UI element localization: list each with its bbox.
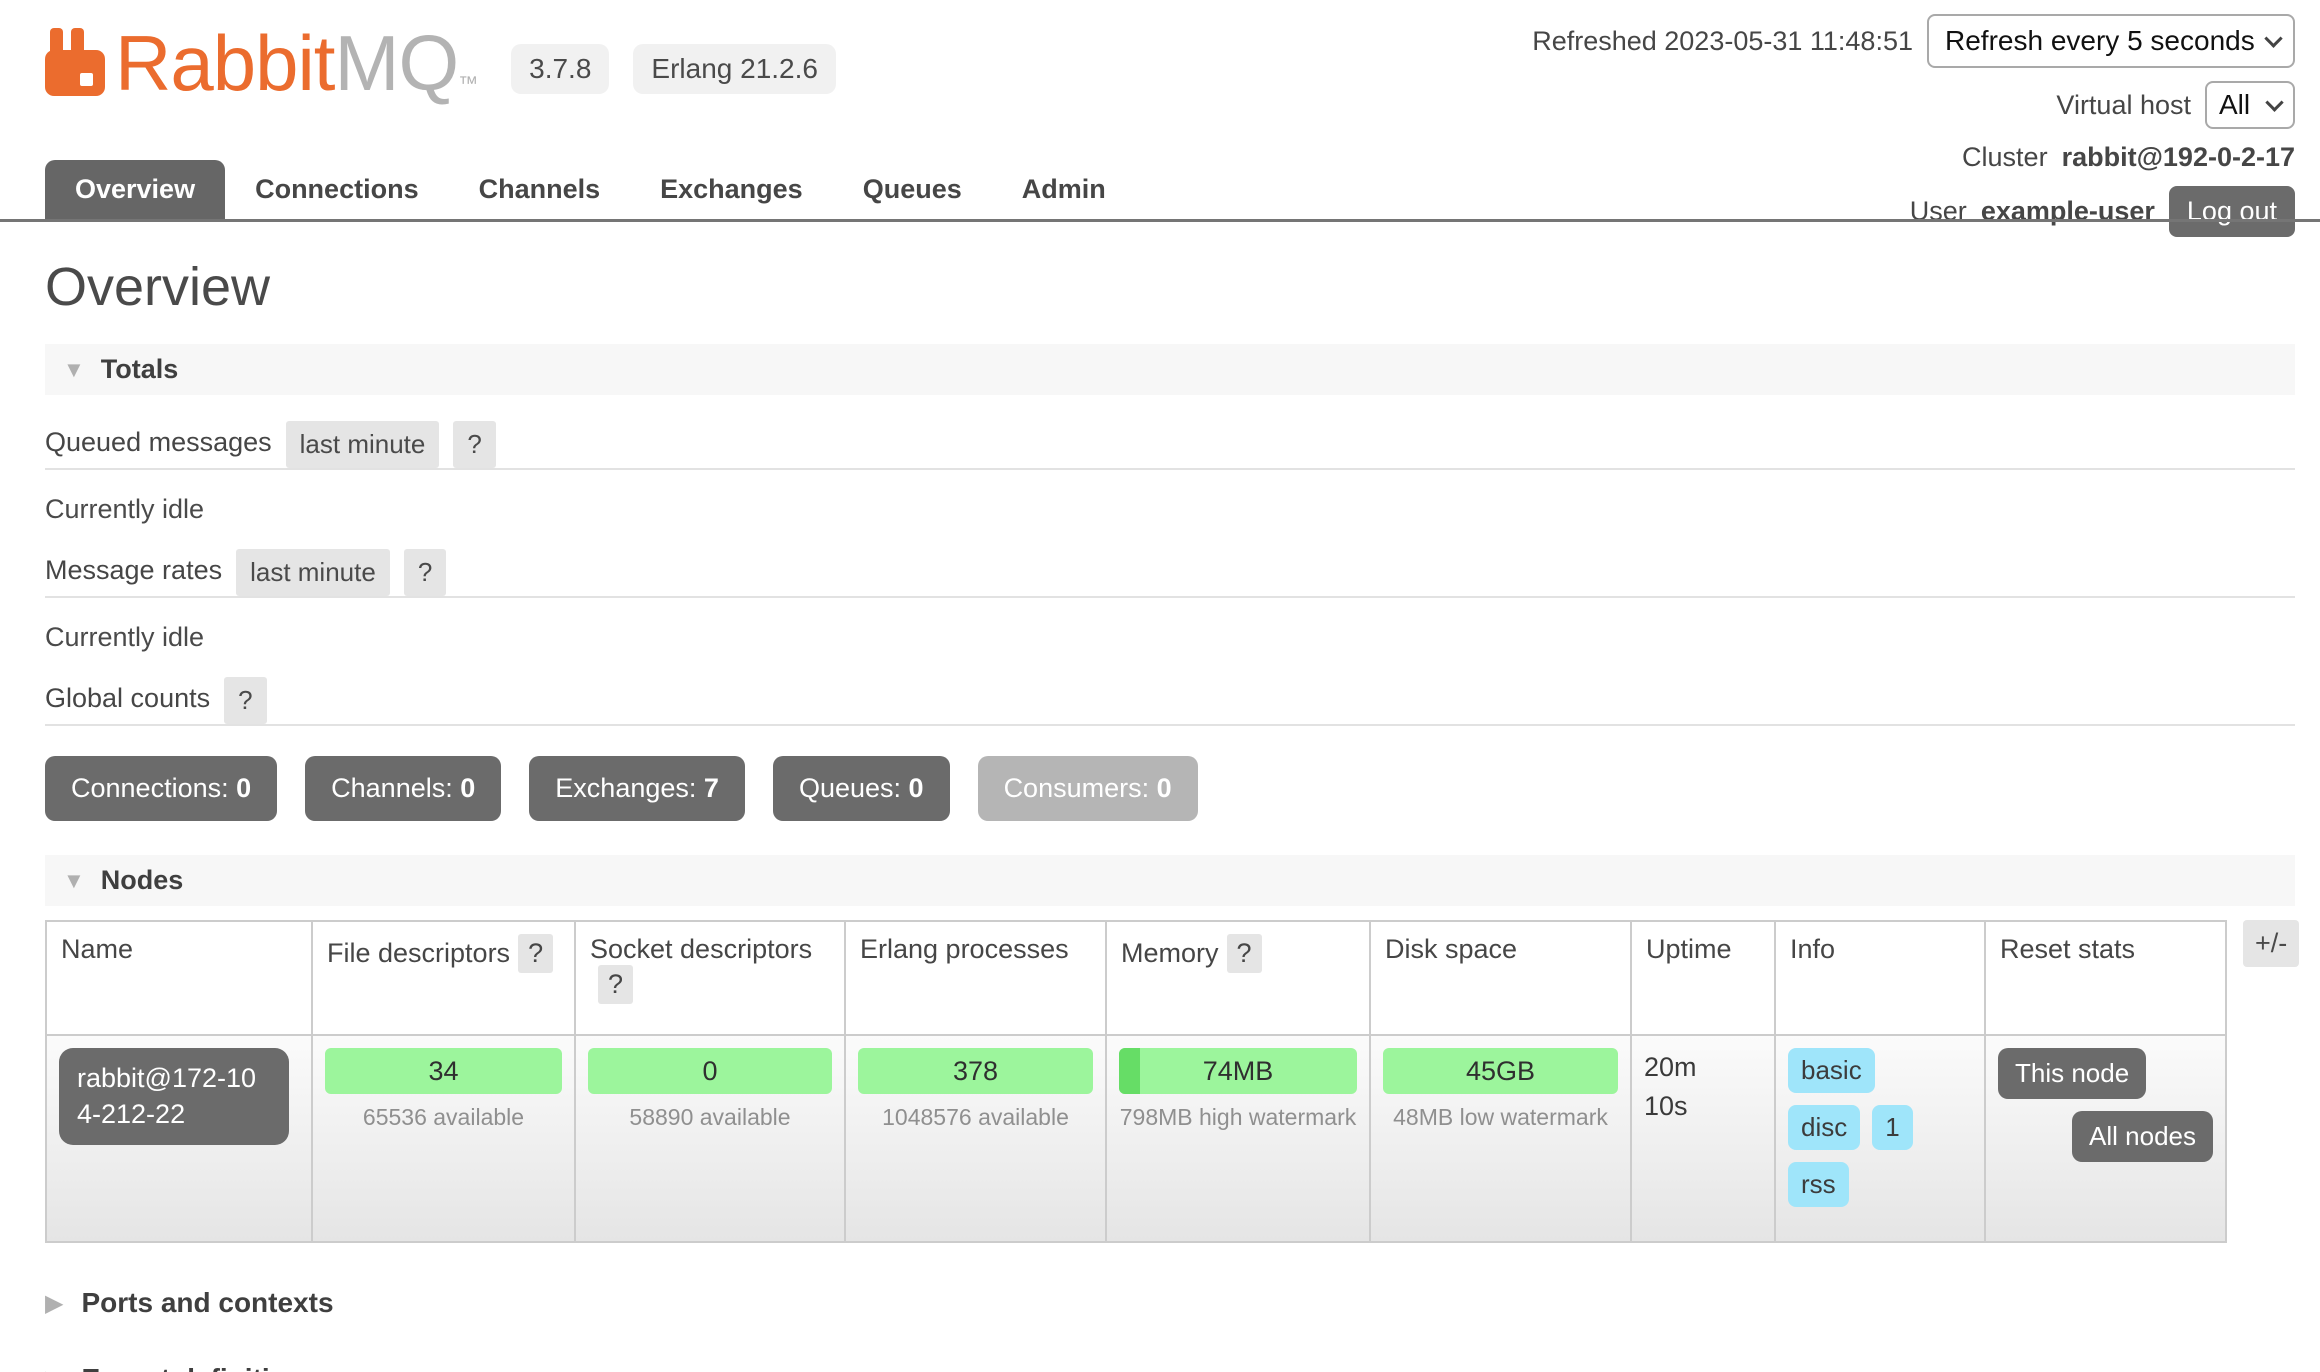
tab-queues[interactable]: Queues (833, 160, 992, 219)
queued-messages-row: Queued messages last minute ? (45, 421, 2295, 470)
col-header-info: Info (1775, 921, 1985, 1035)
tab-exchanges[interactable]: Exchanges (630, 160, 833, 219)
queued-messages-label: Queued messages (45, 427, 272, 468)
ports-and-contexts-section[interactable]: ▶ Ports and contexts (45, 1287, 2295, 1319)
message-rates-idle-status: Currently idle (45, 622, 2295, 653)
rabbitmq-version-badge: 3.7.8 (511, 44, 609, 94)
col-header-disk-space: Disk space (1370, 921, 1631, 1035)
memory-cell: 74MB 798MB high watermark (1106, 1035, 1370, 1242)
file-descriptors-cell: 34 65536 available (312, 1035, 575, 1242)
memory-help-button[interactable]: ? (1227, 934, 1262, 973)
version-badges: 3.7.8 Erlang 21.2.6 (511, 44, 836, 94)
nodes-table-area: Name File descriptors? Socket descriptor… (45, 920, 2295, 1243)
totals-section-header[interactable]: ▼ Totals (45, 344, 2295, 395)
col-header-erlang-processes: Erlang processes (845, 921, 1106, 1035)
brand: RabbitMQ™ 3.7.8 Erlang 21.2.6 (45, 28, 836, 96)
node-table-row: rabbit@172-104-212-22 34 65536 available… (46, 1035, 2226, 1242)
global-counts-label: Global counts (45, 683, 210, 724)
collapse-triangle-icon: ▼ (63, 868, 85, 894)
message-rates-help-button[interactable]: ? (404, 549, 446, 596)
rabbitmq-logo-icon (45, 28, 105, 96)
uptime-cell: 20m 10s (1631, 1035, 1775, 1242)
nodes-table-header-row: Name File descriptors? Socket descriptor… (46, 921, 2226, 1035)
file-descriptors-help-button[interactable]: ? (518, 934, 553, 973)
disk-space-cell: 45GB 48MB low watermark (1370, 1035, 1631, 1242)
expand-triangle-icon: ▶ (45, 1289, 63, 1318)
column-selector-button[interactable]: +/- (2243, 920, 2299, 967)
global-counts-help-button[interactable]: ? (224, 677, 266, 724)
chevron-down-icon (2265, 93, 2283, 111)
connections-count-button[interactable]: Connections: 0 (45, 756, 277, 821)
reset-stats-cell: This node All nodes (1985, 1035, 2226, 1242)
nodes-section-title: Nodes (101, 865, 184, 896)
erlang-processes-bar: 378 (858, 1048, 1093, 1094)
socket-descriptors-bar: 0 (588, 1048, 832, 1094)
virtual-host-label: Virtual host (2056, 90, 2191, 121)
col-header-uptime: Uptime (1631, 921, 1775, 1035)
node-name-badge[interactable]: rabbit@172-104-212-22 (59, 1048, 289, 1145)
expand-triangle-icon: ▶ (45, 1365, 63, 1372)
rabbitmq-wordmark: RabbitMQ™ (115, 32, 477, 96)
col-header-socket-descriptors: Socket descriptors? (575, 921, 845, 1035)
tab-connections[interactable]: Connections (225, 160, 449, 219)
queues-count-button[interactable]: Queues: 0 (773, 756, 950, 821)
node-name-cell: rabbit@172-104-212-22 (46, 1035, 312, 1242)
info-cell: basic disc 1 rss (1775, 1035, 1985, 1242)
queued-messages-range-selector[interactable]: last minute (286, 421, 440, 468)
tab-channels[interactable]: Channels (449, 160, 631, 219)
erlang-version-badge: Erlang 21.2.6 (633, 44, 836, 94)
consumers-count-button[interactable]: Consumers: 0 (978, 756, 1198, 821)
col-header-memory: Memory? (1106, 921, 1370, 1035)
info-badge-disc[interactable]: disc (1788, 1105, 1860, 1150)
exchanges-count-button[interactable]: Exchanges: 7 (529, 756, 745, 821)
reset-all-nodes-button[interactable]: All nodes (2072, 1111, 2213, 1162)
memory-watermark: 798MB high watermark (1119, 1104, 1357, 1131)
refreshed-timestamp: Refreshed 2023-05-31 11:48:51 (1532, 26, 1913, 57)
file-descriptors-available: 65536 available (325, 1104, 562, 1131)
queued-messages-idle-status: Currently idle (45, 494, 2295, 525)
nodes-table: Name File descriptors? Socket descriptor… (45, 920, 2227, 1243)
totals-section-title: Totals (101, 354, 179, 385)
message-rates-row: Message rates last minute ? (45, 549, 2295, 598)
col-header-name: Name (46, 921, 312, 1035)
nodes-section-header[interactable]: ▼ Nodes (45, 855, 2295, 906)
erlang-processes-available: 1048576 available (858, 1104, 1093, 1131)
page-title: Overview (45, 256, 2295, 318)
disk-space-watermark: 48MB low watermark (1383, 1104, 1618, 1131)
virtual-host-select[interactable]: All (2205, 81, 2295, 129)
header: RabbitMQ™ 3.7.8 Erlang 21.2.6 Refreshed … (0, 0, 2320, 222)
socket-descriptors-help-button[interactable]: ? (598, 965, 633, 1004)
col-header-reset-stats: Reset stats (1985, 921, 2226, 1035)
tab-admin[interactable]: Admin (992, 160, 1136, 219)
info-badge-rss[interactable]: rss (1788, 1162, 1849, 1207)
info-badge-basic[interactable]: basic (1788, 1048, 1875, 1093)
queued-messages-help-button[interactable]: ? (453, 421, 495, 468)
message-rates-range-selector[interactable]: last minute (236, 549, 390, 596)
chevron-down-icon (2264, 29, 2282, 47)
file-descriptors-bar: 34 (325, 1048, 562, 1094)
main-nav: Overview Connections Channels Exchanges … (0, 160, 2320, 222)
tab-overview[interactable]: Overview (45, 160, 225, 219)
message-rates-label: Message rates (45, 555, 222, 596)
rabbitmq-logo: RabbitMQ™ (45, 28, 477, 96)
trademark-symbol: ™ (458, 73, 477, 95)
info-badge-1[interactable]: 1 (1872, 1105, 1912, 1150)
erlang-processes-cell: 378 1048576 available (845, 1035, 1106, 1242)
socket-descriptors-available: 58890 available (588, 1104, 832, 1131)
memory-bar: 74MB (1119, 1048, 1357, 1094)
socket-descriptors-cell: 0 58890 available (575, 1035, 845, 1242)
global-counts-row: Global counts ? (45, 677, 2295, 726)
reset-this-node-button[interactable]: This node (1998, 1048, 2146, 1099)
global-counts-buttons: Connections: 0 Channels: 0 Exchanges: 7 … (45, 756, 2295, 821)
export-definitions-section[interactable]: ▶ Export definitions (45, 1363, 2295, 1372)
refresh-interval-select[interactable]: Refresh every 5 seconds (1927, 14, 2295, 68)
channels-count-button[interactable]: Channels: 0 (305, 756, 501, 821)
disk-space-bar: 45GB (1383, 1048, 1618, 1094)
col-header-file-descriptors: File descriptors? (312, 921, 575, 1035)
collapse-triangle-icon: ▼ (63, 357, 85, 383)
